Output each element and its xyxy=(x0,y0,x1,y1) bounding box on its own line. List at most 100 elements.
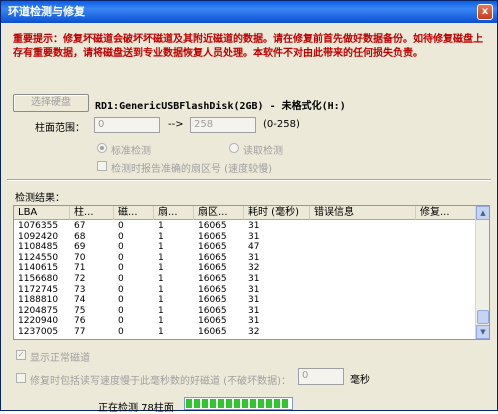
table-row[interactable]: 1076355 67 0 1 16065 31 xyxy=(14,221,476,232)
table-cell: 0 xyxy=(118,327,124,337)
column-header[interactable]: 耗时 (毫秒) xyxy=(244,206,310,220)
vertical-scrollbar[interactable]: ▲ ▼ xyxy=(475,206,489,339)
table-cell: 70 xyxy=(74,252,86,263)
column-header[interactable]: 柱... xyxy=(70,206,114,220)
table-cell: 68 xyxy=(74,231,86,242)
cylinder-from-input[interactable]: 0 xyxy=(94,117,160,133)
table-cell: 1 xyxy=(158,316,164,327)
table-cell: 31 xyxy=(248,231,260,242)
table-row[interactable]: 1172745 73 0 1 16065 31 xyxy=(14,285,476,296)
table-cell: 31 xyxy=(248,274,260,284)
read-check-label: 读取检测 xyxy=(243,146,283,157)
column-header[interactable]: 扇... xyxy=(154,206,194,220)
table-row[interactable]: 1220940 76 0 1 16065 31 xyxy=(14,316,476,327)
table-header: LBA 柱... 磁... 扇... 扇区... 耗时 (毫秒) 错误信息 修复… xyxy=(14,206,476,220)
table-cell: 0 xyxy=(118,221,124,231)
table-cell: 76 xyxy=(74,316,86,327)
table-cell: 1188810 xyxy=(18,295,59,306)
results-label: 检测结果： xyxy=(15,193,65,204)
table-cell: 16065 xyxy=(198,274,227,284)
table-cell: 69 xyxy=(74,242,86,253)
table-row[interactable]: 1092420 68 0 1 16065 31 xyxy=(14,232,476,243)
report-sectors-checkbox[interactable] xyxy=(97,161,107,171)
title-bar: 环道检测与修复 x xyxy=(1,1,497,23)
table-cell: 1 xyxy=(158,221,164,231)
table-cell: 31 xyxy=(248,295,260,306)
table-cell: 1 xyxy=(158,242,164,253)
table-cell: 1 xyxy=(158,263,164,274)
table-row[interactable]: 1124550 70 0 1 16065 31 xyxy=(14,253,476,264)
table-cell: 31 xyxy=(248,305,260,316)
table-cell: 1124550 xyxy=(18,252,59,263)
table-cell: 16065 xyxy=(198,231,227,242)
range-arrow: --> xyxy=(168,119,184,130)
table-cell: 1 xyxy=(158,284,164,295)
cylinder-to-input[interactable]: 258 xyxy=(190,117,256,133)
table-cell: 0 xyxy=(118,316,124,327)
show-normal-checkbox[interactable]: ✓ xyxy=(16,350,26,360)
column-header[interactable]: LBA xyxy=(14,206,70,220)
ms-unit-label: 毫秒 xyxy=(350,375,370,386)
repair-slow-label: 修复时包括读写速度慢于此毫秒数的好磁道 (不破坏数据)： xyxy=(30,376,291,387)
table-cell: 67 xyxy=(74,221,86,231)
scroll-thumb[interactable] xyxy=(477,310,489,324)
table-cell: 1076355 xyxy=(18,221,59,231)
column-header[interactable]: 磁... xyxy=(114,206,154,220)
read-check-radio[interactable] xyxy=(229,143,239,153)
table-cell: 1 xyxy=(158,305,164,316)
table-row[interactable]: 1156680 72 0 1 16065 31 xyxy=(14,274,476,285)
table-cell: 1 xyxy=(158,231,164,242)
table-cell: 47 xyxy=(248,242,260,253)
window-title: 环道检测与修复 xyxy=(8,5,85,18)
table-row[interactable]: 1188810 74 0 1 16065 31 xyxy=(14,295,476,306)
table-cell: 1 xyxy=(158,295,164,306)
report-sectors-label: 检测时报告准确的扇区号 (速度较慢) xyxy=(111,164,272,175)
scroll-up-icon[interactable]: ▲ xyxy=(476,206,489,220)
table-cell: 1092420 xyxy=(18,231,59,242)
table-row[interactable]: 1237005 77 0 1 16065 32 xyxy=(14,327,476,338)
table-cell: 16065 xyxy=(198,263,227,274)
table-cell: 1220940 xyxy=(18,316,59,327)
table-cell: 32 xyxy=(248,263,260,274)
table-cell: 1204875 xyxy=(18,305,59,316)
table-cell: 1140615 xyxy=(18,263,59,274)
table-cell: 1 xyxy=(158,327,164,337)
repair-slow-checkbox[interactable] xyxy=(16,373,26,383)
table-cell: 0 xyxy=(118,274,124,284)
table-cell: 0 xyxy=(118,284,124,295)
column-header[interactable]: 修复... xyxy=(416,206,476,220)
table-cell: 1 xyxy=(158,274,164,284)
table-cell: 16065 xyxy=(198,327,227,337)
table-cell: 74 xyxy=(74,295,86,306)
table-cell: 31 xyxy=(248,221,260,231)
table-cell: 72 xyxy=(74,274,86,284)
table-cell: 0 xyxy=(118,252,124,263)
standard-check-radio[interactable] xyxy=(97,143,107,153)
table-row[interactable]: 1108485 69 0 1 16065 47 xyxy=(14,242,476,253)
dialog-window: 环道检测与修复 x 重要提示：修复坏磁道会破坏坏磁道及其附近磁道的数据。请在修复… xyxy=(0,0,498,414)
table-cell: 31 xyxy=(248,284,260,295)
table-cell: 31 xyxy=(248,316,260,327)
close-button[interactable]: x xyxy=(477,4,493,20)
repair-ms-input[interactable]: 0 xyxy=(298,368,344,385)
table-cell: 31 xyxy=(248,252,260,263)
table-row[interactable]: 1204875 75 0 1 16065 31 xyxy=(14,306,476,317)
table-cell: 0 xyxy=(118,231,124,242)
results-table[interactable]: LBA 柱... 磁... 扇... 扇区... 耗时 (毫秒) 错误信息 修复… xyxy=(13,205,490,340)
divider xyxy=(7,179,491,181)
disk-name: RD1:GenericUSBFlashDisk(2GB) - 未格式化(H:) xyxy=(95,101,346,112)
table-cell: 16065 xyxy=(198,305,227,316)
progress-bar xyxy=(184,397,293,410)
select-disk-button[interactable]: 选择硬盘 xyxy=(13,94,89,112)
scroll-down-icon[interactable]: ▼ xyxy=(476,325,489,339)
checkmark-icon: ✓ xyxy=(17,350,25,359)
table-row[interactable]: 1140615 71 0 1 16065 32 xyxy=(14,263,476,274)
column-header[interactable]: 错误信息 xyxy=(310,206,416,220)
column-header[interactable]: 扇区... xyxy=(194,206,244,220)
table-cell: 1108485 xyxy=(18,242,59,253)
table-cell: 1156680 xyxy=(18,274,59,284)
table-cell: 75 xyxy=(74,305,86,316)
table-cell: 71 xyxy=(74,263,86,274)
standard-check-label: 标准检测 xyxy=(111,146,151,157)
table-cell: 16065 xyxy=(198,295,227,306)
